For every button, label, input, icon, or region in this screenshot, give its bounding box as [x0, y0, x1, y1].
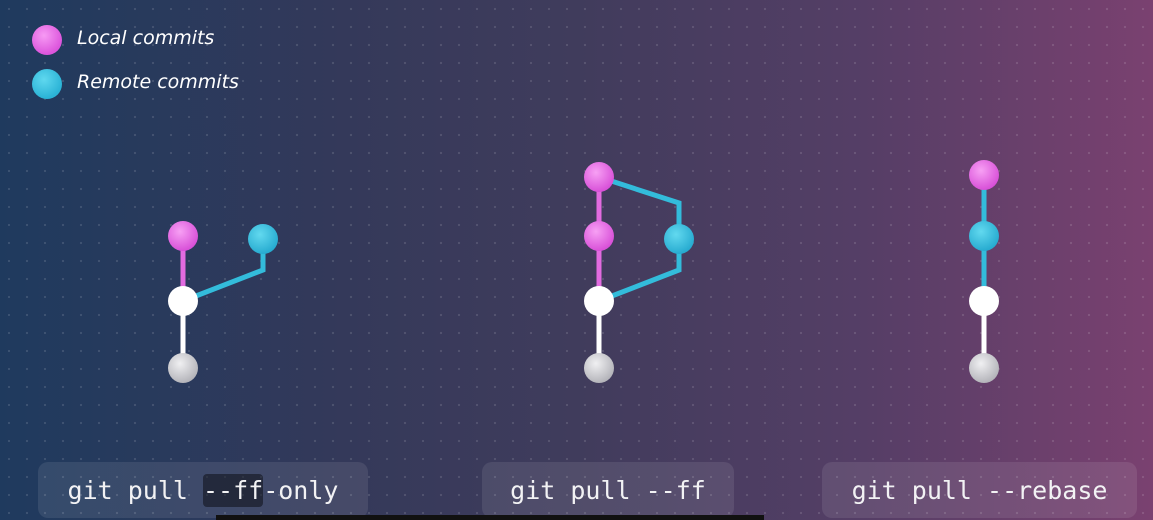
command-ff-only: git pull --ff -only: [38, 462, 368, 518]
graph-ff-only: [168, 221, 278, 405]
commit-base: [584, 286, 614, 316]
video-progress-strip: [216, 515, 764, 520]
commit-remote: [664, 224, 694, 254]
commit-local: [168, 221, 198, 251]
commit-graphs: [168, 160, 999, 405]
command-text: git pull --ff: [510, 475, 706, 505]
commit-older: [584, 353, 614, 383]
command-prefix: git pull: [67, 475, 203, 505]
commit-local-rebased: [969, 160, 999, 190]
command-ff: git pull --ff: [482, 462, 734, 518]
command-text: git pull --rebase: [851, 475, 1108, 505]
graph-rebase: [969, 160, 999, 405]
commit-base: [969, 286, 999, 316]
commit-local: [584, 221, 614, 251]
command-suffix: -only: [263, 475, 339, 505]
commit-remote: [969, 221, 999, 251]
commit-merge: [584, 162, 614, 192]
commit-base: [168, 286, 198, 316]
commit-older: [969, 353, 999, 383]
command-rebase: git pull --rebase: [822, 462, 1137, 518]
commit-remote: [248, 224, 278, 254]
graph-ff-merge: [584, 162, 694, 405]
commit-older: [168, 353, 198, 383]
edge-remote: [182, 239, 266, 304]
command-highlight: --ff: [202, 473, 264, 507]
